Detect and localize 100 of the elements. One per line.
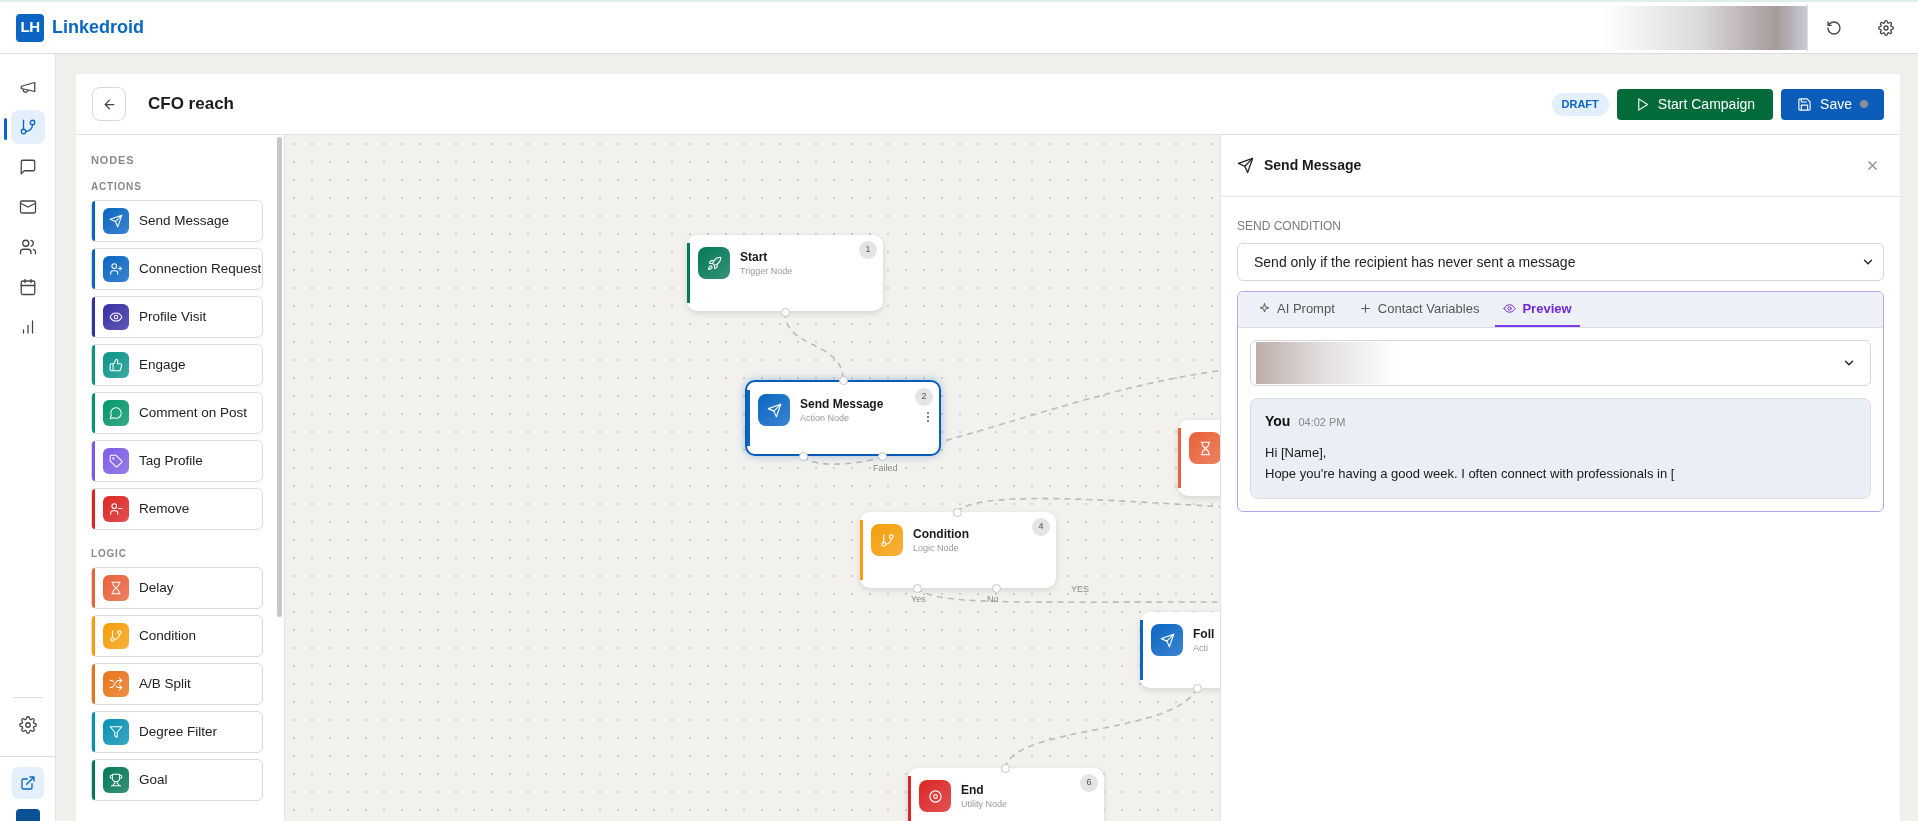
node-palette-item[interactable]: Degree Filter [91, 710, 263, 753]
nav-item[interactable] [10, 110, 45, 144]
node-palette-item[interactable]: Send Message [91, 199, 263, 242]
calendar-icon [18, 278, 37, 296]
contact-dropdown[interactable] [1250, 340, 1871, 386]
paper-plane-icon [109, 213, 123, 228]
panel-title: Send Message [1264, 156, 1362, 175]
external-link-icon [19, 775, 36, 791]
plus-icon [1358, 302, 1372, 315]
node-title: Foll [1193, 627, 1215, 642]
open-external-button[interactable] [11, 767, 44, 799]
sparkle-icon [1258, 302, 1271, 315]
connection-handle[interactable] [913, 584, 922, 593]
campaign-title: CFO reach [148, 93, 234, 116]
connection-handle[interactable] [1001, 764, 1010, 773]
node-subtitle: Trigger Node [740, 265, 793, 277]
start-campaign-button[interactable]: Start Campaign [1616, 88, 1774, 120]
send-condition-dropdown[interactable]: Send only if the recipient has never sent a message [1237, 243, 1884, 281]
node-palette-item[interactable]: Comment on Post [91, 391, 263, 434]
back-button[interactable] [92, 87, 126, 121]
connection-handle[interactable] [953, 508, 962, 517]
target-icon [927, 788, 943, 804]
node-subtitle: Acti [1193, 642, 1209, 654]
connection-handle[interactable] [839, 376, 848, 385]
user-plus-icon [109, 261, 123, 276]
back-arrow-icon [101, 96, 117, 112]
settings-icon [18, 716, 37, 734]
flow-node[interactable]: End Utility Node 6 [908, 768, 1104, 821]
hourglass-icon [109, 580, 123, 595]
node-number-badge: 6 [1080, 774, 1098, 792]
users-icon [18, 238, 37, 256]
eye-icon [109, 309, 123, 324]
chat-icon [18, 158, 37, 176]
node-number-badge: 1 [859, 241, 877, 259]
node-palette-item[interactable]: Delay [91, 566, 263, 609]
section-heading: NODES [91, 153, 136, 168]
mail-icon [18, 198, 37, 216]
save-button[interactable]: Save [1781, 88, 1884, 120]
settings-icon [1878, 19, 1894, 36]
eye-icon [1503, 302, 1517, 315]
node-subtitle: Logic Node [913, 542, 960, 554]
tab[interactable]: Contact Variables [1350, 292, 1488, 327]
node-palette-item[interactable]: Connection Request [91, 247, 263, 290]
tab[interactable]: Preview [1495, 292, 1580, 327]
node-title: End [961, 783, 985, 798]
connection-handle[interactable] [878, 452, 887, 461]
node-palette-item[interactable]: Goal [91, 758, 263, 801]
branch-icon [109, 628, 123, 643]
app-name: Linkedroid [52, 16, 144, 39]
flow-node[interactable]: Start Trigger Node 1 [687, 235, 883, 311]
node-number-badge: 4 [1032, 518, 1050, 536]
status-badge: DRAFT [1551, 92, 1609, 116]
edge-label: No [987, 594, 999, 605]
user-minus-icon [109, 501, 123, 516]
thumbs-up-icon [109, 357, 123, 372]
node-title: Condition [913, 527, 969, 542]
node-subtitle: Utility Node [961, 798, 1007, 810]
node-palette-item[interactable]: Condition [91, 614, 263, 657]
tab[interactable]: AI Prompt [1250, 292, 1343, 327]
flow-node[interactable]: Condition Logic Node 4 [860, 512, 1056, 588]
node-subtitle: Action Node [800, 412, 851, 424]
message-text: Hope you're having a good week. I often connect with professionals in [ [1265, 465, 1676, 483]
flow-node[interactable]: Send Message Action Node 2 [745, 380, 941, 456]
paper-plane-icon [1237, 157, 1254, 174]
branch-icon [879, 532, 895, 548]
sender-name: You [1265, 412, 1291, 431]
scrollbar[interactable] [277, 137, 282, 617]
connection-handle[interactable] [799, 452, 808, 461]
field-label: SEND CONDITION [1237, 218, 1342, 235]
message-time: 04:02 PM [1298, 415, 1346, 430]
section-heading: ACTIONS [91, 179, 143, 194]
save-icon [1797, 96, 1813, 112]
flow-node[interactable]: Foll Acti [1140, 612, 1220, 688]
node-palette-item[interactable]: Engage [91, 343, 263, 386]
tag-icon [109, 453, 123, 468]
node-palette-item[interactable]: Remove [91, 487, 263, 530]
node-palette-item[interactable]: A/B Split [91, 662, 263, 705]
refresh-icon [1826, 19, 1842, 36]
connection-handle[interactable] [1193, 684, 1202, 693]
active-indicator [4, 118, 7, 140]
paper-plane-icon [1159, 632, 1175, 648]
trophy-icon [109, 772, 123, 787]
node-title: Start [740, 250, 769, 265]
node-palette-item[interactable]: Profile Visit [91, 295, 263, 338]
edge-label: Yes [911, 594, 926, 605]
connection-handle[interactable] [781, 308, 790, 317]
edge-label: YES [1071, 584, 1089, 595]
filter-icon [109, 724, 123, 739]
message-text: Hi [Name], [1265, 444, 1328, 462]
section-heading: LOGIC [91, 546, 128, 561]
rocket-icon [706, 255, 722, 271]
paper-plane-icon [766, 402, 782, 418]
shuffle-icon [109, 676, 123, 691]
node-number-badge: 2 [915, 388, 933, 406]
node-palette-item[interactable]: Tag Profile [91, 439, 263, 482]
speech-bubble-icon [109, 405, 123, 420]
connection-handle[interactable] [992, 584, 1001, 593]
edge-label: Failed [873, 463, 898, 474]
branch-icon [18, 118, 37, 136]
node-title: Send Message [800, 397, 884, 412]
